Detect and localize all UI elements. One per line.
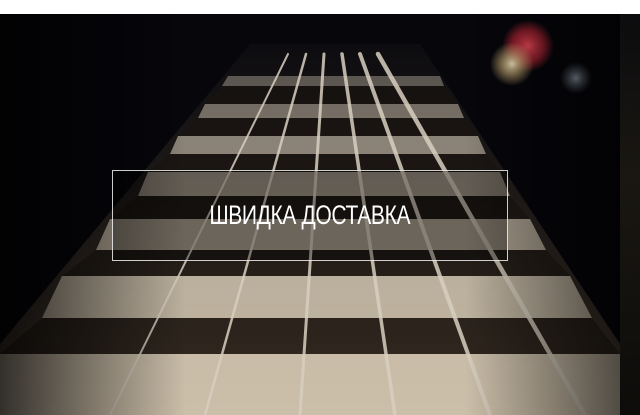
top-margin [0, 0, 640, 14]
fast-delivery-button[interactable]: ШВИДКА ДОСТАВКА [112, 170, 508, 261]
adjacent-slide-edge [620, 14, 640, 415]
fast-delivery-label: ШВИДКА ДОСТАВКА [209, 200, 411, 230]
